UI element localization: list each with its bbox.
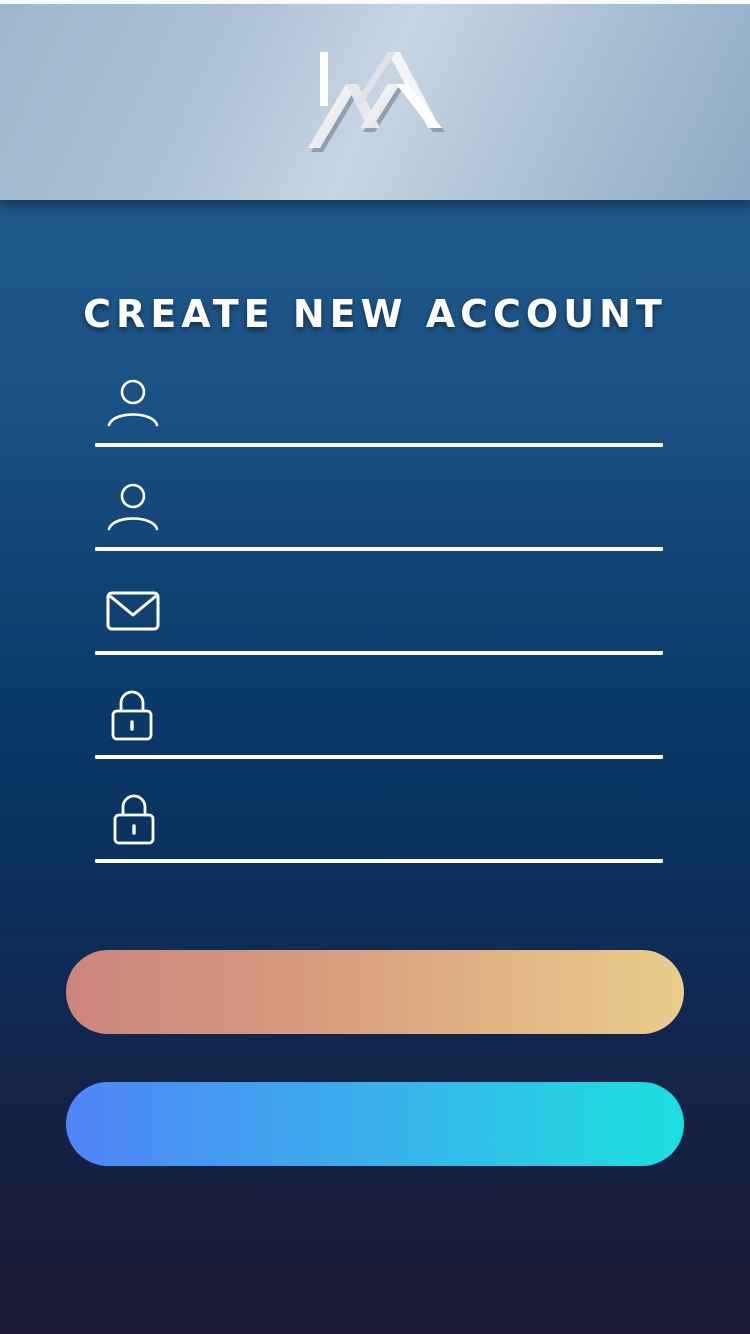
header [0, 4, 750, 200]
last-name-field-row [95, 447, 663, 551]
page-title: CREATE NEW ACCOUNT [83, 292, 667, 336]
create-account-screen: CREATE NEW ACCOUNT [0, 0, 750, 1334]
email-field-row [95, 551, 663, 655]
secondary-action-button[interactable] [66, 1082, 684, 1166]
jm-monogram-logo [308, 52, 445, 152]
confirm-password-input[interactable] [181, 791, 655, 853]
confirm-password-field-row [95, 759, 663, 863]
user-icon [107, 379, 159, 427]
user-icon [107, 483, 159, 531]
first-name-field-row [95, 343, 663, 447]
last-name-input[interactable] [181, 479, 655, 541]
password-field-row [95, 655, 663, 759]
email-input[interactable] [181, 583, 655, 645]
lock-icon [111, 690, 153, 741]
envelope-icon [106, 591, 160, 631]
signup-form [95, 343, 663, 863]
create-account-button[interactable] [66, 950, 684, 1034]
first-name-input[interactable] [181, 375, 655, 437]
password-input[interactable] [181, 687, 655, 749]
field-underline [95, 859, 663, 863]
lock-icon [113, 794, 155, 845]
